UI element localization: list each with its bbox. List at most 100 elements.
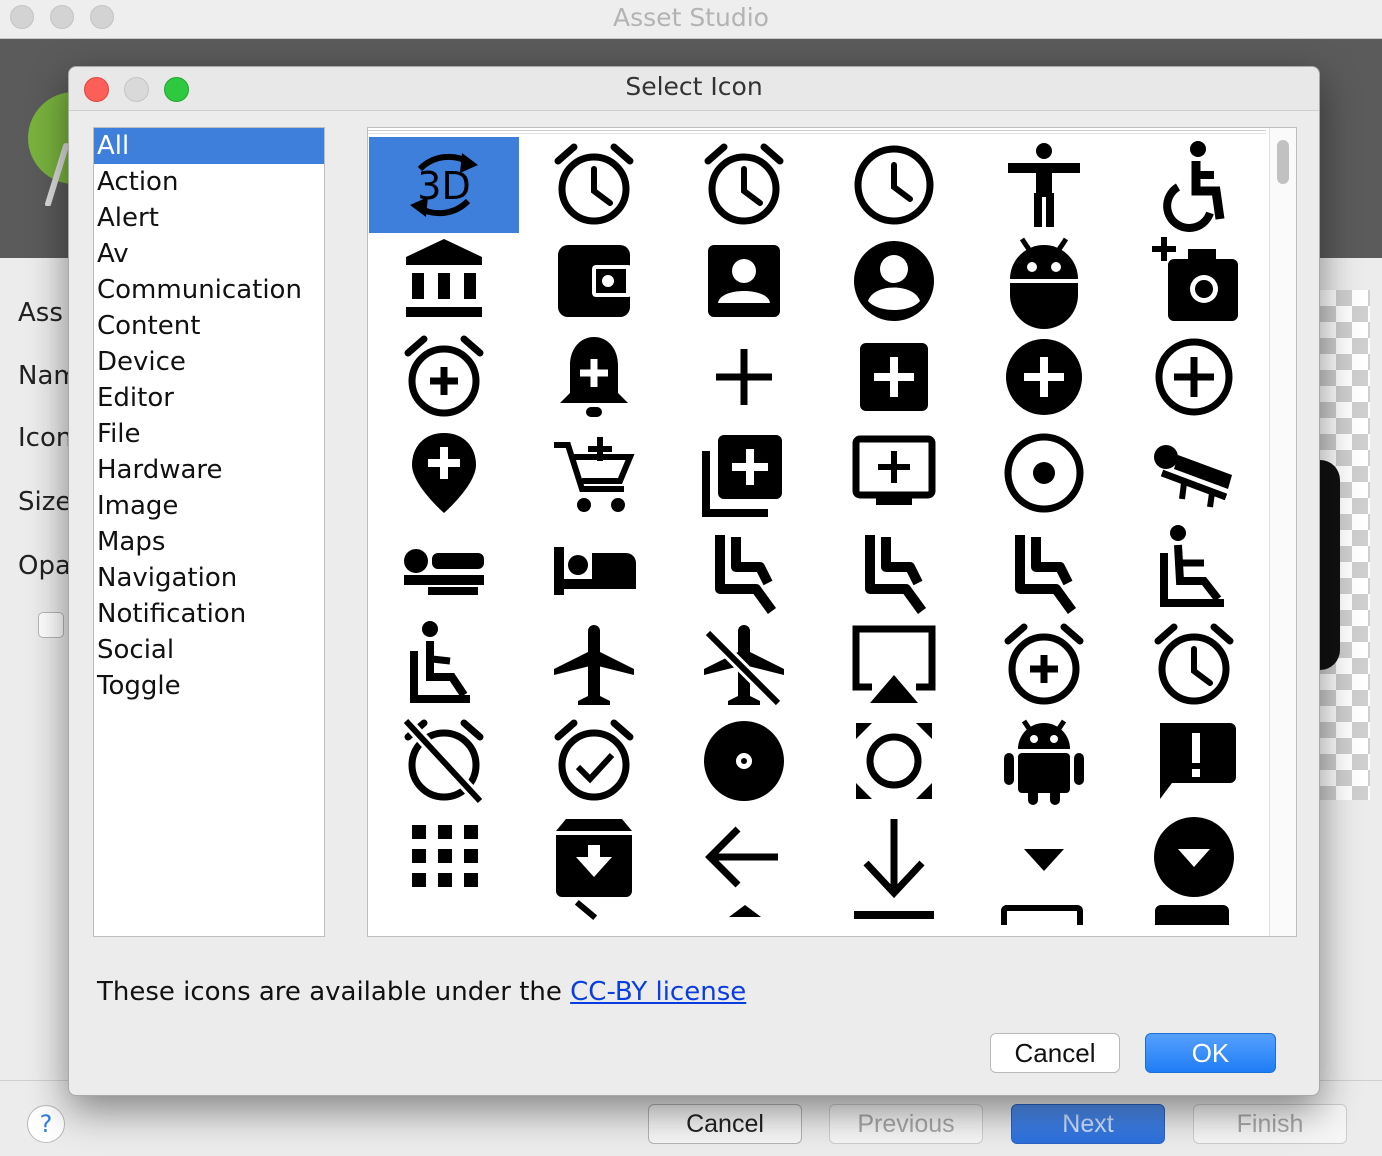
partial-icon-fragment (854, 911, 934, 919)
license-link[interactable]: CC-BY license (570, 977, 746, 1007)
icon-cell[interactable] (669, 713, 819, 809)
icon-cell[interactable] (669, 617, 819, 713)
icon-cell[interactable] (969, 329, 1119, 425)
icon-cell[interactable] (519, 329, 669, 425)
category-item-maps[interactable]: Maps (94, 524, 324, 560)
icon-cell[interactable] (819, 617, 969, 713)
icon-cell[interactable] (1119, 233, 1269, 329)
cancel-button[interactable]: Cancel (990, 1033, 1120, 1073)
icon-cell[interactable] (1119, 617, 1269, 713)
icon-grid[interactable]: 3D (367, 127, 1297, 937)
icon-cell[interactable] (369, 713, 519, 809)
3d-rotation-icon: 3D (410, 153, 478, 217)
dialog-title: Select Icon (625, 72, 763, 101)
icon-cell[interactable] (819, 233, 969, 329)
category-item-image[interactable]: Image (94, 488, 324, 524)
arrow-downward-icon (863, 819, 925, 899)
accessible-icon (1163, 141, 1225, 232)
icon-cell[interactable] (1119, 521, 1269, 617)
icon-cell[interactable] (969, 233, 1119, 329)
icon-cell[interactable]: 3D (369, 137, 519, 233)
icon-cell[interactable] (669, 137, 819, 233)
icon-cell[interactable] (369, 809, 519, 905)
ok-button[interactable]: OK (1145, 1033, 1276, 1073)
icon-cell[interactable] (519, 521, 669, 617)
partial-icon-fragment (729, 905, 761, 917)
icon-cell[interactable] (969, 617, 1119, 713)
icon-cell[interactable] (969, 713, 1119, 809)
icon-cell[interactable] (1119, 425, 1269, 521)
icon-cell[interactable] (519, 425, 669, 521)
icon-cell[interactable] (519, 713, 669, 809)
grid-top-rule (368, 130, 1266, 134)
license-text: These icons are available under the (97, 977, 571, 1007)
category-item-communication[interactable]: Communication (94, 272, 324, 308)
wizard-previous-button[interactable]: Previous (829, 1104, 983, 1144)
airline-seat-individual-suite-icon (554, 547, 636, 595)
icon-cell[interactable] (519, 137, 669, 233)
icon-cell[interactable] (369, 425, 519, 521)
add-location-icon (412, 433, 476, 513)
3d-label: 3D (417, 164, 470, 208)
icon-cell[interactable] (519, 233, 669, 329)
icon-cell[interactable] (669, 425, 819, 521)
icon-cell[interactable] (969, 137, 1119, 233)
airline-seat-recline-normal-icon (410, 621, 470, 703)
icon-cell[interactable] (1119, 809, 1269, 905)
category-item-social[interactable]: Social (94, 632, 324, 668)
category-item-hardware[interactable]: Hardware (94, 452, 324, 488)
wizard-next-button[interactable]: Next (1011, 1104, 1165, 1144)
icon-cell[interactable] (819, 137, 969, 233)
icon-cell[interactable] (819, 329, 969, 425)
icon-cell[interactable] (669, 233, 819, 329)
icon-cell[interactable] (1119, 329, 1269, 425)
icon-cell[interactable] (369, 617, 519, 713)
access-alarm-icon (554, 143, 634, 225)
add-to-queue-icon (852, 435, 936, 505)
wizard-finish-button[interactable]: Finish (1193, 1104, 1347, 1144)
icon-cell[interactable] (969, 425, 1119, 521)
airline-seat-legroom-normal-icon (865, 535, 927, 614)
adb-icon (1010, 237, 1078, 329)
icon-cell[interactable] (669, 809, 819, 905)
category-item-notification[interactable]: Notification (94, 596, 324, 632)
category-item-toggle[interactable]: Toggle (94, 668, 324, 704)
icon-cell[interactable] (1119, 137, 1269, 233)
icon-cell[interactable] (819, 425, 969, 521)
airline-seat-flat-icon (404, 549, 484, 595)
help-button[interactable]: ? (27, 1105, 65, 1143)
category-item-navigation[interactable]: Navigation (94, 560, 324, 596)
icon-cell[interactable] (669, 521, 819, 617)
scrollbar-thumb[interactable] (1277, 140, 1289, 184)
icon-cell[interactable] (819, 809, 969, 905)
access-time-icon (854, 145, 934, 225)
icon-cell[interactable] (819, 521, 969, 617)
category-item-all[interactable]: All (94, 128, 324, 164)
icon-cell[interactable] (519, 809, 669, 905)
arrow-back-icon (705, 826, 778, 888)
category-item-alert[interactable]: Alert (94, 200, 324, 236)
icon-cell[interactable] (369, 233, 519, 329)
category-item-content[interactable]: Content (94, 308, 324, 344)
asset-studio-titlebar: Asset Studio (0, 0, 1382, 39)
arrow-drop-down-circle-icon (1154, 817, 1234, 897)
icon-cell[interactable] (369, 521, 519, 617)
icon-cell[interactable] (369, 329, 519, 425)
icon-cell[interactable] (969, 521, 1119, 617)
icon-cell[interactable] (519, 617, 669, 713)
partial-icon-fragment (1155, 905, 1229, 925)
wizard-cancel-button[interactable]: Cancel (648, 1104, 802, 1144)
category-list[interactable]: All Action Alert Av Communication Content Devi… (93, 127, 325, 937)
icon-grid-scrollbar[interactable] (1269, 128, 1296, 936)
background-checkbox[interactable] (38, 612, 64, 638)
category-item-av[interactable]: Av (94, 236, 324, 272)
icon-cell[interactable] (819, 713, 969, 809)
category-item-action[interactable]: Action (94, 164, 324, 200)
icon-cell[interactable] (669, 329, 819, 425)
category-item-editor[interactable]: Editor (94, 380, 324, 416)
category-item-device[interactable]: Device (94, 344, 324, 380)
opacity-label: Opa (18, 551, 71, 581)
icon-cell[interactable] (969, 809, 1119, 905)
category-item-file[interactable]: File (94, 416, 324, 452)
icon-cell[interactable] (1119, 713, 1269, 809)
